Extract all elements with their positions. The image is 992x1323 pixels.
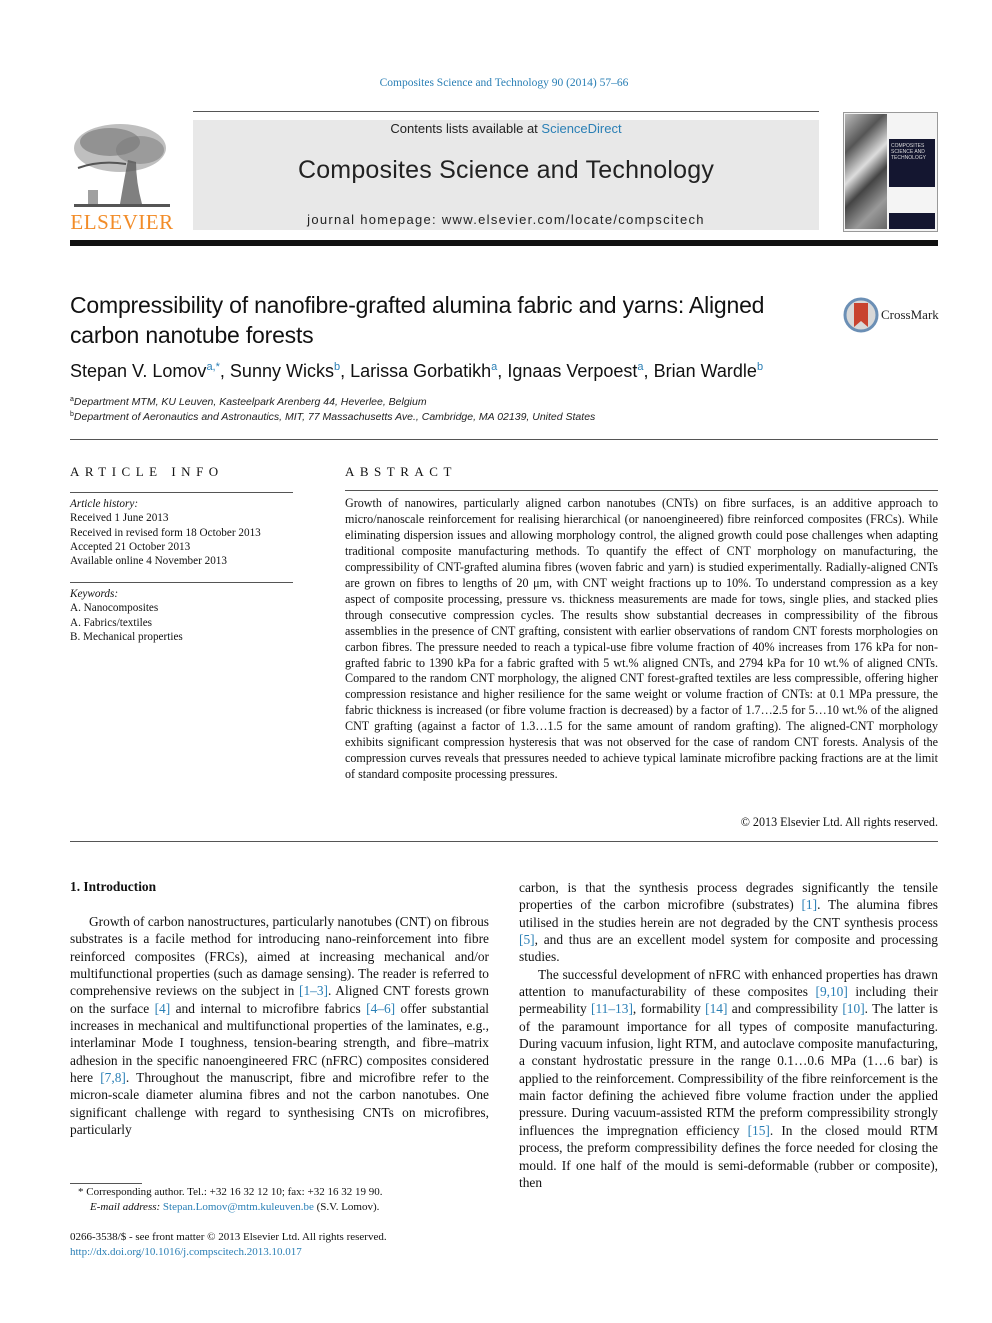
body-text: and internal to microfibre fabrics: [170, 1000, 367, 1016]
elsevier-logo[interactable]: ELSEVIER: [70, 120, 174, 234]
footnote-rule: [70, 1183, 142, 1184]
reference-link[interactable]: [14]: [705, 1001, 727, 1016]
crossmark-icon: [843, 297, 879, 333]
abstract-heading: ABSTRACT: [345, 464, 457, 479]
history-item: Accepted 21 October 2013: [70, 540, 191, 553]
email-note: E-mail address: Stepan.Lomov@mtm.kuleuve…: [70, 1200, 510, 1215]
author-affiliation-marker[interactable]: b: [334, 361, 340, 373]
body-column-left: Growth of carbon nanostructures, particu…: [70, 913, 489, 1138]
keywords-rule: [70, 582, 293, 583]
paragraph: Growth of carbon nanostructures, particu…: [70, 913, 489, 1138]
section-heading-introduction: 1. Introduction: [70, 879, 157, 894]
body-text: , formability: [632, 1001, 706, 1017]
author-list: Stepan V. Lomova,*, Sunny Wicksb, Lariss…: [70, 361, 764, 381]
journal-title: Composites Science and Technology: [297, 156, 715, 184]
author[interactable]: Larissa Gorbatikha: [350, 361, 497, 381]
article-title: Compressibility of nanofibre-grafted alu…: [70, 292, 765, 348]
abstract-rule: [345, 490, 938, 491]
journal-citation[interactable]: Composites Science and Technology 90 (20…: [0, 77, 992, 89]
reference-link[interactable]: [7,8]: [100, 1070, 126, 1085]
keywords: Keywords: A. Nanocomposites A. Fabrics/t…: [70, 587, 300, 644]
article-info-heading: ARTICLE INFO: [70, 464, 224, 479]
author-affiliation-marker[interactable]: b: [757, 361, 763, 373]
reference-link[interactable]: [5]: [519, 932, 535, 947]
reference-link[interactable]: [9,10]: [815, 984, 847, 999]
article-history-label: Article history:: [70, 498, 139, 510]
affiliation-b: bDepartment of Aeronautics and Astronaut…: [70, 411, 596, 423]
abstract-copyright: © 2013 Elsevier Ltd. All rights reserved…: [740, 815, 938, 829]
body-text: . The latter is of the paramount importa…: [519, 1001, 938, 1138]
author-affiliation-marker[interactable]: a: [491, 361, 497, 373]
reference-link[interactable]: [15]: [748, 1123, 770, 1138]
abstract-text: Growth of nanowires, particularly aligne…: [345, 496, 938, 782]
footnotes: * Corresponding author. Tel.: +32 16 32 …: [70, 1185, 510, 1215]
article-info-rule: [70, 492, 293, 493]
crossmark-button[interactable]: CrossMark: [843, 297, 943, 333]
doi-link[interactable]: http://dx.doi.org/10.1016/j.compscitech.…: [70, 1245, 510, 1260]
elsevier-tree-icon: [70, 120, 174, 210]
reference-link[interactable]: [1]: [801, 897, 817, 912]
author-affiliation-marker[interactable]: a,*: [206, 361, 219, 373]
body-column-right: carbon, is that the synthesis process de…: [519, 879, 938, 1191]
article-history: Article history: Received 1 June 2013 Re…: [70, 497, 300, 568]
reference-link[interactable]: [4–6]: [366, 1001, 395, 1016]
keyword-item: A. Nanocomposites: [70, 602, 159, 615]
issn-line: 0266-3538/$ - see front matter © 2013 El…: [70, 1231, 387, 1243]
body-rule: [70, 841, 938, 842]
body-text: , and thus are an excellent model system…: [519, 932, 938, 965]
keywords-label: Keywords:: [70, 588, 119, 600]
reference-link[interactable]: [11–13]: [591, 1001, 633, 1016]
body-text: . Throughout the manuscript, fibre and m…: [70, 1070, 489, 1138]
publication-info: 0266-3538/$ - see front matter © 2013 El…: [70, 1230, 510, 1260]
email-label: E-mail address:: [90, 1201, 163, 1213]
history-item: Received in revised form 18 October 2013: [70, 526, 261, 539]
paragraph: The successful development of nFRC with …: [519, 966, 938, 1191]
author[interactable]: Stepan V. Lomova,*: [70, 361, 220, 381]
cover-title: COMPOSITES SCIENCE AND TECHNOLOGY: [891, 143, 927, 161]
corresponding-author-note: * Corresponding author. Tel.: +32 16 32 …: [78, 1186, 383, 1198]
email-link[interactable]: Stepan.Lomov@mtm.kuleuven.be: [163, 1201, 314, 1213]
keyword-item: A. Fabrics/textiles: [70, 616, 153, 629]
reference-link[interactable]: [1–3]: [299, 983, 328, 998]
email-suffix: (S.V. Lomov).: [313, 1201, 380, 1213]
author-affiliation-marker[interactable]: a: [637, 361, 643, 373]
cover-footer-panel: [889, 213, 935, 229]
affiliation-rule: [70, 439, 938, 440]
header-rule: [193, 111, 819, 112]
journal-banner: Contents lists available at ScienceDirec…: [193, 120, 819, 230]
author[interactable]: Brian Wardleb: [654, 361, 764, 381]
elsevier-wordmark: ELSEVIER: [70, 210, 174, 234]
body-text: and compressibility: [727, 1001, 843, 1017]
reference-link[interactable]: [4]: [155, 1001, 171, 1016]
history-item: Received 1 June 2013: [70, 512, 169, 525]
contents-line: Contents lists available at ScienceDirec…: [193, 121, 819, 136]
contents-prefix: Contents lists available at: [390, 121, 542, 136]
crossmark-label: CrossMark: [881, 307, 939, 322]
history-item: Available online 4 November 2013: [70, 555, 227, 568]
journal-cover-thumbnail[interactable]: COMPOSITES SCIENCE AND TECHNOLOGY: [843, 112, 938, 232]
sciencedirect-link[interactable]: ScienceDirect: [541, 121, 621, 136]
author[interactable]: Sunny Wicksb: [230, 361, 340, 381]
journal-homepage[interactable]: journal homepage: www.elsevier.com/locat…: [193, 212, 819, 227]
cover-photo: [845, 114, 887, 229]
paragraph: carbon, is that the synthesis process de…: [519, 879, 938, 966]
keyword-item: B. Mechanical properties: [70, 630, 183, 643]
affiliation-a: aDepartment MTM, KU Leuven, Kasteelpark …: [70, 396, 427, 408]
reference-link[interactable]: [10]: [842, 1001, 864, 1016]
author[interactable]: Ignaas Verpoesta: [507, 361, 643, 381]
header-thick-rule: [70, 240, 938, 246]
